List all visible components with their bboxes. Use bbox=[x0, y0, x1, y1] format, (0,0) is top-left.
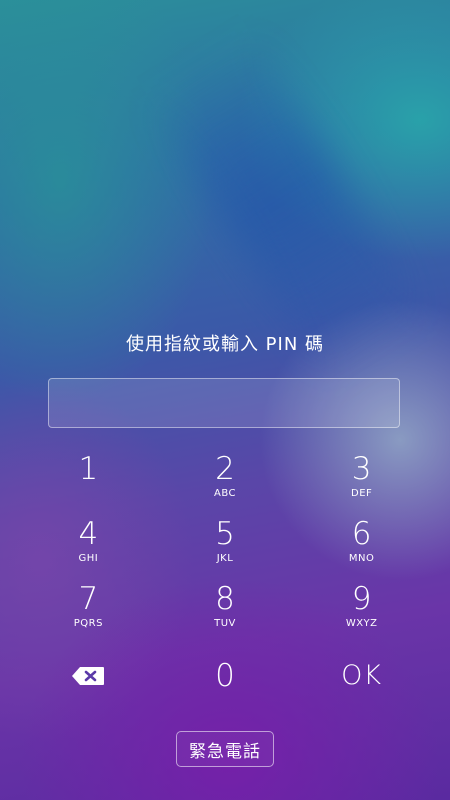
key-4[interactable]: 4 GHI bbox=[20, 513, 157, 578]
key-letters: DEF bbox=[351, 488, 373, 499]
key-digit: 9 bbox=[351, 581, 372, 617]
key-3[interactable]: 3 DEF bbox=[293, 448, 430, 513]
key-8[interactable]: 8 TUV bbox=[157, 578, 294, 643]
key-digit: 8 bbox=[215, 581, 235, 617]
ok-button[interactable]: OK bbox=[293, 643, 430, 708]
key-6[interactable]: 6 MNO bbox=[293, 513, 430, 578]
pin-input[interactable] bbox=[48, 378, 400, 428]
emergency-call-button[interactable]: 緊急電話 bbox=[176, 731, 274, 767]
backspace-button[interactable] bbox=[20, 643, 157, 708]
key-9[interactable]: 9 WXYZ bbox=[293, 578, 430, 643]
key-digit: 5 bbox=[215, 516, 235, 552]
key-letters: WXYZ bbox=[345, 618, 378, 629]
pin-keypad: 1 2 ABC 3 DEF 4 GHI 5 JKL 6 MNO 7 PQRS 8 bbox=[20, 448, 430, 708]
backspace-icon bbox=[72, 666, 105, 685]
ok-label: OK bbox=[341, 660, 383, 691]
key-7[interactable]: 7 PQRS bbox=[20, 578, 157, 643]
key-0[interactable]: 0 bbox=[157, 643, 294, 708]
emergency-call-label: 緊急電話 bbox=[189, 741, 261, 762]
key-letters: MNO bbox=[348, 553, 375, 564]
key-5[interactable]: 5 JKL bbox=[157, 513, 294, 578]
key-digit: 2 bbox=[215, 451, 235, 487]
key-digit: 3 bbox=[351, 451, 372, 487]
key-1[interactable]: 1 bbox=[20, 448, 157, 513]
key-letters: ABC bbox=[213, 488, 236, 499]
key-digit: 1 bbox=[78, 451, 99, 487]
key-letters: JKL bbox=[216, 553, 234, 564]
key-digit: 4 bbox=[78, 516, 99, 552]
key-letters: GHI bbox=[78, 553, 99, 564]
lock-screen: 使用指紋或輸入 PIN 碼 1 2 ABC 3 DEF 4 GHI 5 JKL … bbox=[0, 0, 450, 800]
key-digit: 0 bbox=[215, 657, 235, 694]
key-digit: 6 bbox=[351, 516, 372, 552]
key-digit: 7 bbox=[78, 581, 99, 617]
unlock-prompt: 使用指紋或輸入 PIN 碼 bbox=[125, 334, 325, 355]
key-letters: TUV bbox=[214, 618, 236, 629]
key-letters: PQRS bbox=[73, 618, 103, 629]
key-2[interactable]: 2 ABC bbox=[157, 448, 294, 513]
